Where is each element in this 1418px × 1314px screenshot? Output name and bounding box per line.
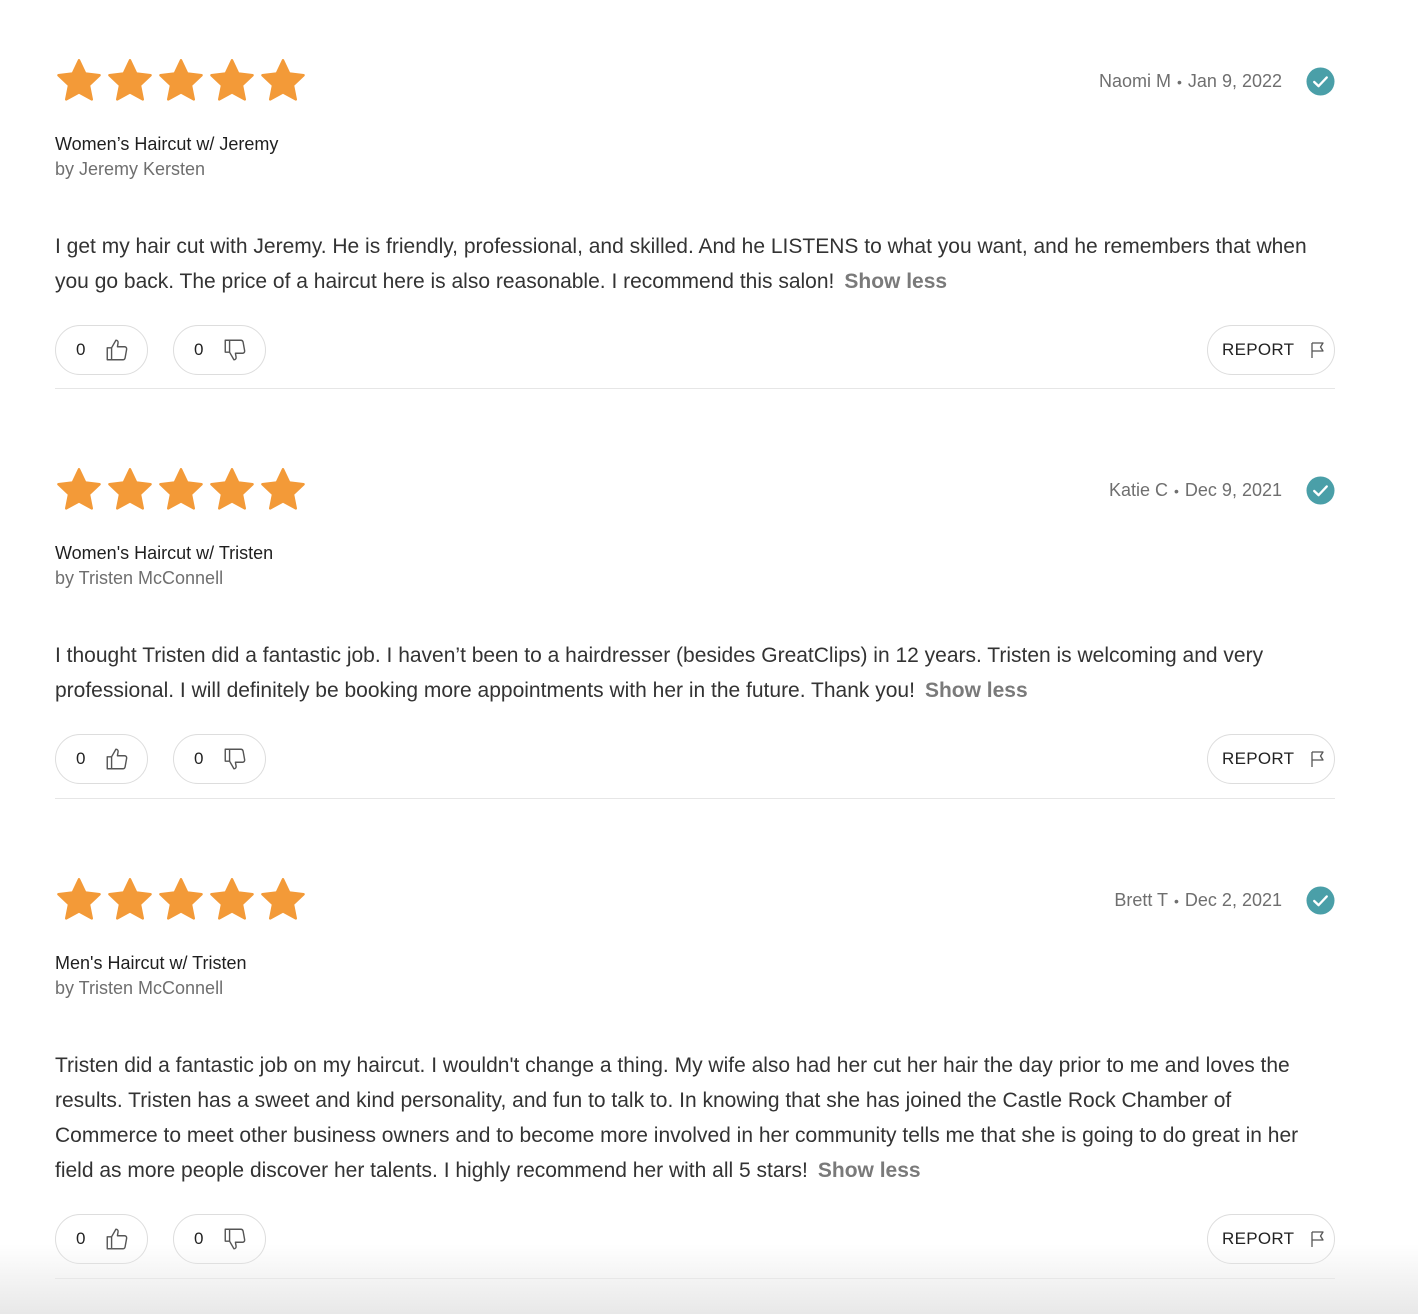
thumbs-down-icon: [224, 1228, 246, 1250]
review-text-block: I get my hair cut with Jeremy. He is fri…: [55, 229, 1335, 299]
service-name: Men's Haircut w/ Tristen: [55, 953, 247, 973]
show-less-link[interactable]: Show less: [844, 270, 947, 293]
star-icon: [259, 57, 307, 105]
unhelpful-button[interactable]: 0: [173, 1214, 266, 1264]
review-meta: Brett T • Dec 2, 2021: [1114, 886, 1335, 915]
thumbs-down-icon: [224, 748, 246, 770]
review-author: Naomi M: [1099, 71, 1172, 91]
stylist-name: by Jeremy Kersten: [55, 159, 206, 179]
review-card: Katie C • Dec 9, 2021 Women's Haircut w/…: [55, 389, 1335, 799]
unhelpful-button[interactable]: 0: [173, 325, 266, 375]
verified-check-icon: [1306, 67, 1335, 96]
review-author: Katie C: [1108, 480, 1169, 500]
helpful-button[interactable]: 0: [55, 1214, 148, 1264]
star-icon: [106, 57, 154, 105]
review-text-block: I thought Tristen did a fantastic job. I…: [55, 638, 1335, 708]
report-button[interactable]: REPORT: [1207, 1214, 1335, 1264]
unhelpful-count: 0: [194, 340, 204, 359]
report-label: REPORT: [1222, 340, 1295, 359]
review-text-block: Tristen did a fantastic job on my haircu…: [55, 1048, 1335, 1188]
star-icon: [55, 876, 103, 924]
review-list: Naomi M • Jan 9, 2022 Women’s Haircut w/…: [55, 0, 1335, 1279]
review-card: Brett T • Dec 2, 2021 Men's Haircut w/ T…: [55, 799, 1335, 1279]
service-name: Women’s Haircut w/ Jeremy: [55, 134, 279, 154]
thumbs-up-icon: [106, 748, 128, 770]
review-date: Dec 2, 2021: [1184, 890, 1282, 910]
review-text: Tristen did a fantastic job on my haircu…: [55, 1054, 1299, 1182]
star-icon: [259, 466, 307, 514]
helpful-count: 0: [76, 749, 86, 768]
review-date: Jan 9, 2022: [1187, 71, 1282, 91]
star-icon: [106, 466, 154, 514]
helpful-count: 0: [76, 1229, 86, 1248]
star-icon: [208, 57, 256, 105]
thumbs-up-icon: [106, 339, 128, 361]
show-less-link[interactable]: Show less: [818, 1159, 921, 1182]
star-icon: [157, 876, 205, 924]
helpful-button[interactable]: 0: [55, 734, 148, 784]
report-button[interactable]: REPORT: [1207, 734, 1335, 784]
review-card: Naomi M • Jan 9, 2022 Women’s Haircut w/…: [55, 0, 1335, 389]
verified-check-icon: [1306, 886, 1335, 915]
flag-icon: [1311, 1231, 1324, 1247]
star-icon: [55, 466, 103, 514]
star-icon: [106, 876, 154, 924]
flag-icon: [1311, 342, 1324, 358]
review-actions: 0 0 REPORT: [55, 325, 1335, 377]
meta-separator: •: [1174, 892, 1179, 909]
review-actions: 0 0 REPORT: [55, 1214, 1335, 1266]
flag-icon: [1311, 751, 1324, 767]
unhelpful-count: 0: [194, 1229, 204, 1248]
review-meta: Naomi M • Jan 9, 2022: [1099, 67, 1335, 96]
review-actions: 0 0 REPORT: [55, 734, 1335, 786]
helpful-button[interactable]: 0: [55, 325, 148, 375]
unhelpful-count: 0: [194, 749, 204, 768]
review-date: Dec 9, 2021: [1184, 480, 1282, 500]
stylist-name: by Tristen McConnell: [55, 568, 224, 588]
star-icon: [259, 876, 307, 924]
star-icon: [55, 57, 103, 105]
review-author: Brett T: [1114, 890, 1169, 910]
review-text: I get my hair cut with Jeremy. He is fri…: [55, 235, 1307, 293]
helpful-count: 0: [76, 340, 86, 359]
review-text: I thought Tristen did a fantastic job. I…: [55, 644, 1264, 702]
star-icon: [157, 57, 205, 105]
service-name: Women's Haircut w/ Tristen: [55, 543, 274, 563]
unhelpful-button[interactable]: 0: [173, 734, 266, 784]
thumbs-up-icon: [106, 1228, 128, 1250]
star-icon: [208, 876, 256, 924]
meta-separator: •: [1177, 73, 1182, 90]
star-icon: [157, 466, 205, 514]
review-meta: Katie C • Dec 9, 2021: [1109, 476, 1335, 505]
report-button[interactable]: REPORT: [1207, 325, 1335, 375]
report-label: REPORT: [1222, 749, 1295, 768]
review-divider: [55, 1278, 1335, 1279]
verified-check-icon: [1306, 476, 1335, 505]
thumbs-down-icon: [224, 339, 246, 361]
star-icon: [208, 466, 256, 514]
show-less-link[interactable]: Show less: [925, 679, 1028, 702]
report-label: REPORT: [1222, 1229, 1295, 1248]
meta-separator: •: [1174, 482, 1179, 499]
stylist-name: by Tristen McConnell: [55, 978, 224, 998]
